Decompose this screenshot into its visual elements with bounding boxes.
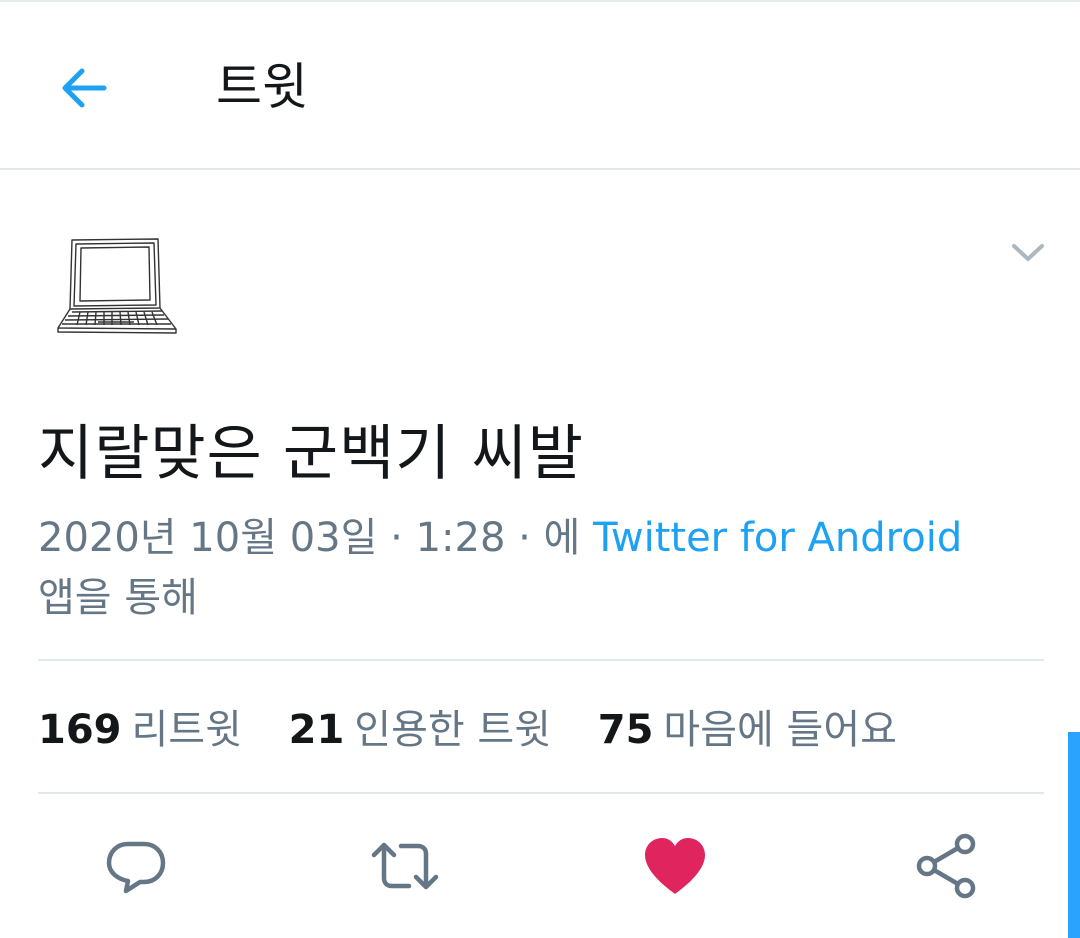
share-icon: [916, 833, 976, 899]
reply-button[interactable]: [100, 830, 172, 902]
back-button[interactable]: [52, 56, 116, 120]
source-client-link[interactable]: Twitter for Android: [593, 515, 962, 561]
reply-icon: [106, 841, 166, 894]
share-button[interactable]: [910, 830, 982, 902]
likes-stat[interactable]: 75 마음에 들어요: [598, 700, 897, 760]
tweet-timestamp: 2020년 10월 03일 · 1:28 · 에: [38, 515, 581, 561]
retweets-stat[interactable]: 169 리트윗: [38, 700, 242, 760]
retweets-label: 리트윗: [131, 707, 242, 753]
tweet-text: 지랄맞은 군백기 씨발: [38, 419, 584, 489]
likes-count: 75: [597, 707, 654, 753]
heart-icon: [645, 838, 705, 894]
likes-label: 마음에 들어요: [663, 707, 897, 753]
page-title: 트윗: [216, 58, 308, 116]
laptop-sketch-icon: [57, 238, 177, 334]
engagement-stats: 169 리트윗 21 인용한 트윗 75 마음에 들어요: [38, 700, 931, 760]
scrollbar-thumb[interactable]: [1068, 732, 1080, 938]
divider: [38, 659, 1044, 661]
app-header: 트윗: [0, 0, 1080, 170]
arrow-left-icon: [62, 68, 107, 108]
tweet-options-button[interactable]: [1004, 228, 1052, 276]
quotes-count: 21: [288, 707, 345, 753]
quotes-label: 인용한 트윗: [354, 707, 552, 753]
retweet-icon: [371, 842, 439, 890]
chevron-down-icon: [1012, 244, 1044, 261]
status-divider: [0, 0, 1080, 2]
retweets-count: 169: [38, 707, 122, 753]
quotes-stat[interactable]: 21 인용한 트윗: [289, 700, 551, 760]
tweet-detail-screen: 트윗 지랄맞은 군백기 씨발 2020년 10월 03일 · 1:28 · 에 …: [0, 0, 1080, 938]
tweet-meta: 2020년 10월 03일 · 1:28 · 에 Twitter for And…: [38, 508, 998, 628]
like-button[interactable]: [639, 830, 711, 902]
retweet-button[interactable]: [369, 830, 441, 902]
source-suffix: 앱을 통해: [38, 575, 198, 621]
avatar[interactable]: [50, 236, 182, 338]
divider: [38, 792, 1044, 794]
